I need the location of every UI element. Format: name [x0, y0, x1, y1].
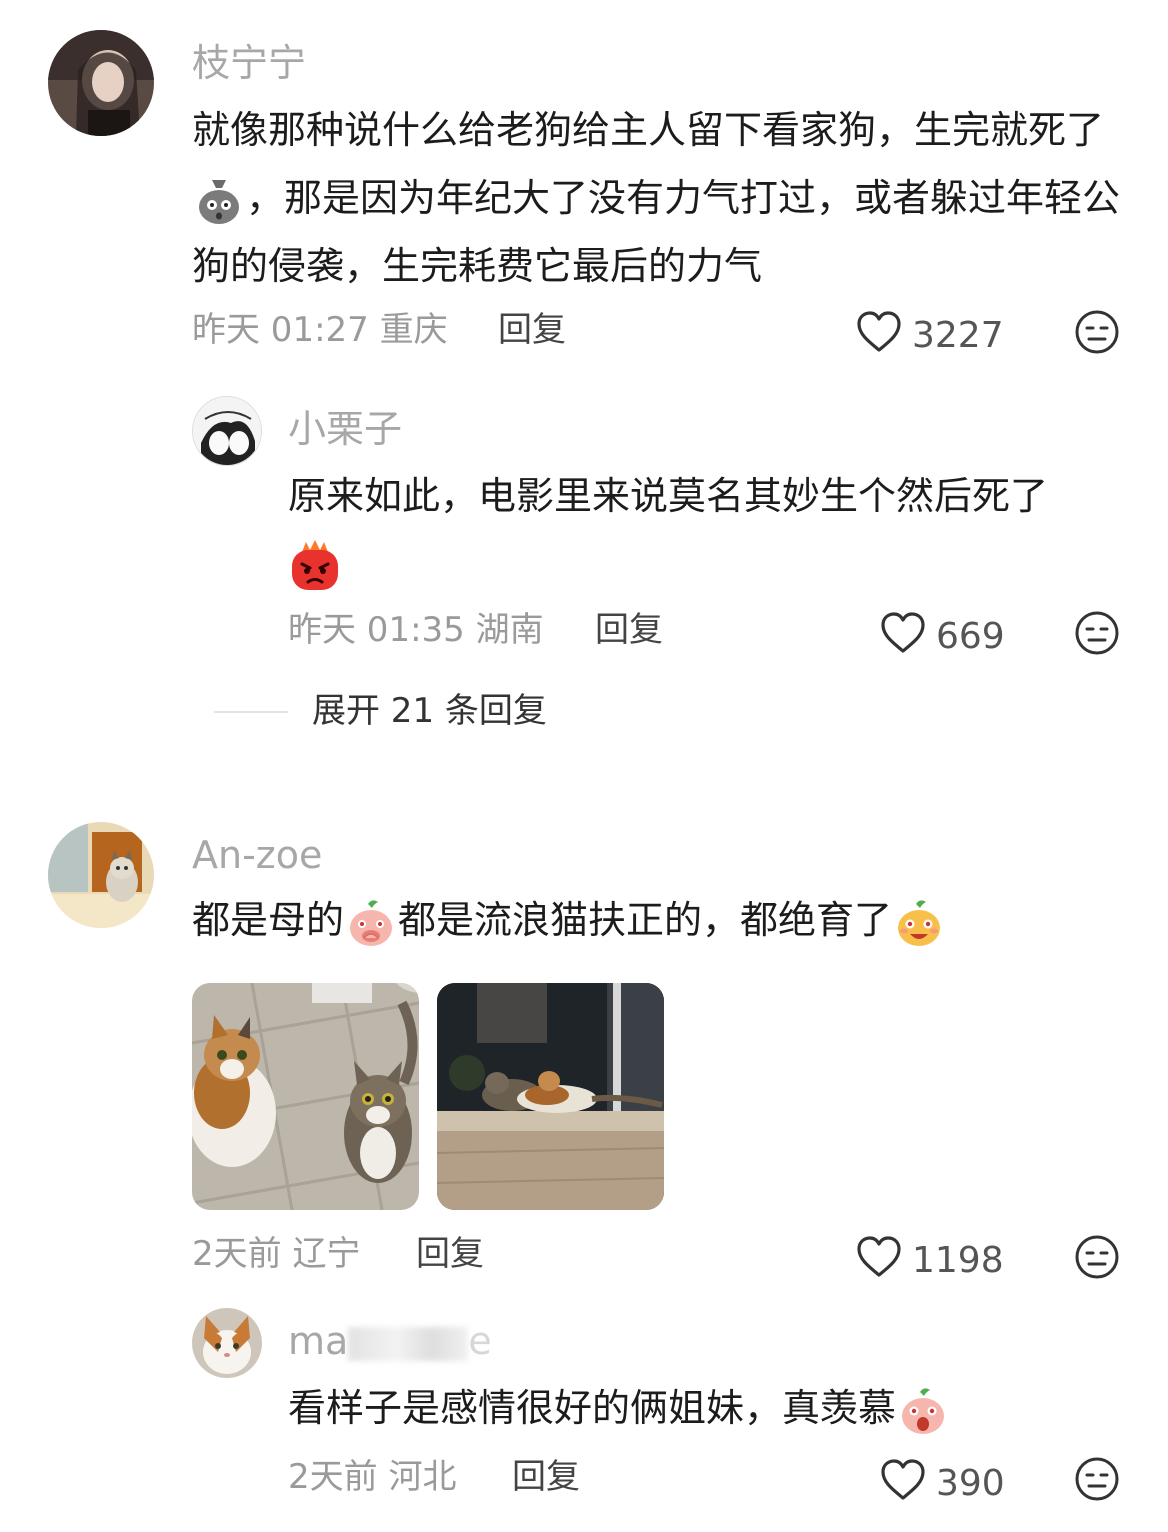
like-count: 3227 — [912, 314, 1004, 356]
comment-meta: 2天前 辽宁 — [192, 1237, 360, 1271]
heart-icon — [856, 310, 902, 361]
like-count: 1198 — [912, 1239, 1004, 1281]
comment-meta: 昨天 01:27 重庆 — [192, 313, 448, 347]
comment-username[interactable]: An-zoe — [192, 836, 322, 874]
like-count: 390 — [936, 1462, 1005, 1504]
avatar-zhiningning[interactable] — [48, 30, 154, 136]
avatar-an-zoe[interactable] — [48, 822, 154, 928]
comment-text-part: ，那是因为年纪大了没有力气打过，或者躲过年轻公狗的侵袭，生完耗费它最后的力气 — [192, 176, 1121, 288]
username-blur-mask — [348, 1326, 469, 1361]
comment-text-part: 都是流浪猫扶正的，都绝育了 — [398, 898, 893, 942]
reply-location: 湖南 — [475, 610, 544, 650]
reply-meta: 昨天 01:35 湖南 — [288, 613, 544, 647]
heart-icon — [880, 1458, 926, 1509]
like-button[interactable]: 390 — [880, 1458, 1005, 1509]
comment-location: 辽宁 — [292, 1234, 361, 1274]
happy-peach-emoji-icon — [894, 898, 944, 948]
reply-username[interactable]: 小栗子 — [288, 410, 402, 448]
reply-button[interactable]: 回复 — [416, 1237, 484, 1271]
dislike-face-icon[interactable] — [1074, 1456, 1120, 1502]
heart-icon — [880, 611, 926, 662]
comment-text: 都是母的 都是流浪猫扶正的，都绝育了 — [192, 886, 1127, 954]
reply-text: 原来如此，电影里来说莫名其妙生个然后死了 — [288, 462, 1138, 598]
comment-image-cats-floor[interactable] — [192, 983, 419, 1210]
expand-replies-button[interactable]: 展开 21 条回复 — [312, 694, 547, 728]
screaming-peach-emoji-icon — [898, 1386, 948, 1436]
reply-username-suffix: e — [468, 1319, 492, 1363]
like-button[interactable]: 1198 — [856, 1235, 1004, 1286]
reply-text: 看样子是感情很好的俩姐妹，真羡慕 — [288, 1374, 1138, 1442]
comment-text-part: 就像那种说什么给老狗给主人留下看家狗，生完就死了 — [192, 108, 1105, 152]
comment-username[interactable]: 枝宁宁 — [192, 44, 306, 82]
comment-time: 昨天 01:27 — [192, 310, 369, 350]
covering-mouth-emoji-icon — [346, 898, 396, 948]
avatar-ma-e[interactable] — [192, 1308, 262, 1378]
reply-text-content: 看样子是感情很好的俩姐妹，真羡慕 — [288, 1386, 897, 1430]
avatar-xiaolizi[interactable] — [192, 396, 262, 466]
dislike-face-icon[interactable] — [1074, 1234, 1120, 1280]
comment-text: 就像那种说什么给老狗给主人留下看家狗，生完就死了 ，那是因为年纪大了没有力气打过，… — [192, 96, 1127, 300]
comment-time: 2天前 — [192, 1234, 282, 1274]
reply-button[interactable]: 回复 — [595, 613, 663, 647]
like-button[interactable]: 3227 — [856, 310, 1004, 361]
dislike-face-icon[interactable] — [1074, 309, 1120, 355]
reply-button[interactable]: 回复 — [512, 1460, 580, 1494]
angry-face-emoji-icon — [288, 539, 342, 594]
expand-divider — [214, 711, 288, 713]
reply-meta: 2天前 河北 — [288, 1460, 456, 1494]
reply-location: 河北 — [388, 1457, 457, 1497]
heart-icon — [856, 1235, 902, 1286]
reply-time: 2天前 — [288, 1457, 378, 1497]
shocked-bag-emoji-icon — [194, 176, 244, 226]
like-button[interactable]: 669 — [880, 611, 1005, 662]
dislike-face-icon[interactable] — [1074, 610, 1120, 656]
comment-location: 重庆 — [379, 310, 448, 350]
reply-username[interactable]: ma e — [288, 1322, 492, 1361]
comment-text-part: 都是母的 — [192, 898, 345, 942]
reply-button[interactable]: 回复 — [498, 313, 566, 347]
comment-image-cats-window[interactable] — [437, 983, 664, 1210]
reply-text-content: 原来如此，电影里来说莫名其妙生个然后死了 — [288, 474, 1049, 518]
like-count: 669 — [936, 615, 1005, 657]
reply-username-visible: ma — [288, 1319, 349, 1363]
reply-time: 昨天 01:35 — [288, 610, 465, 650]
